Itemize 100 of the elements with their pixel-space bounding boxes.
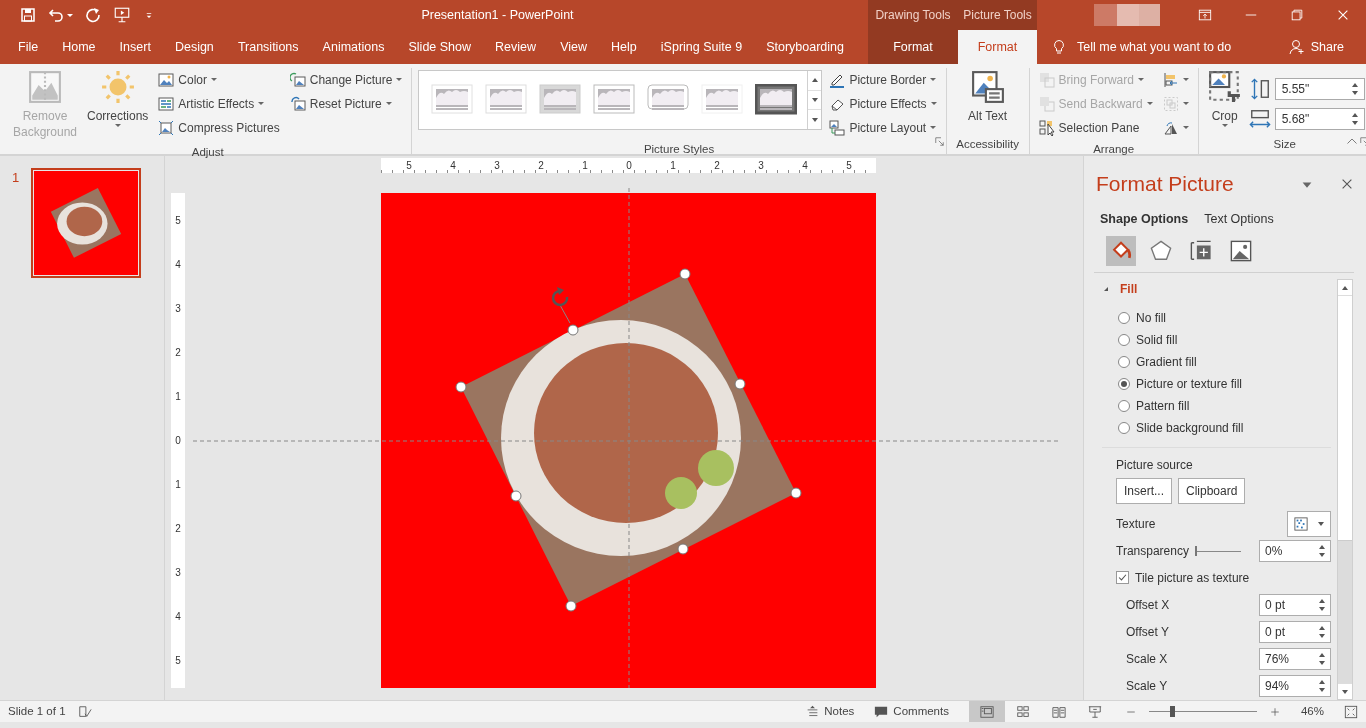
ribbon-button[interactable]: Selection Pane [1035,116,1156,139]
pane-button[interactable]: Insert... [1116,478,1172,505]
caret-icon [258,102,265,105]
spin-field[interactable]: 0 pt [1259,620,1331,643]
proofing-icon[interactable] [77,704,92,719]
zoom-level: 46% [1300,703,1324,719]
spin-field[interactable]: 5.55" [1274,78,1365,100]
radio-button[interactable] [1118,400,1130,413]
ribbon-button[interactable]: Crop [1204,68,1245,129]
notes-icon [806,705,820,718]
options-tab[interactable]: Shape Options [1100,209,1195,229]
ribbon-tab[interactable]: View [552,30,595,64]
crop-icon [1207,70,1242,104]
ribbon-button[interactable]: Change Picture [286,68,406,91]
group-label: Accessibility [956,137,1019,152]
ribbon-tab[interactable]: Format [958,30,1037,64]
pane-title: Format Picture [1096,171,1235,197]
ribbon-button[interactable]: Picture Border [826,68,940,91]
section-header[interactable]: Fill [1102,279,1331,300]
resize-handle[interactable] [677,543,689,555]
ruler-number: 3 [174,565,182,580]
checkbox-label[interactable]: Tile picture as texture [1135,568,1250,587]
ribbon-tab[interactable]: Home [54,30,104,64]
ribbon-tab[interactable]: Design [166,30,222,64]
radio-button[interactable] [1118,312,1130,325]
option-label[interactable]: Pattern fill [1136,397,1190,416]
radio-button[interactable] [1118,356,1130,369]
option-label[interactable]: Solid fill [1136,331,1178,350]
spin-field[interactable]: 0 pt [1259,593,1331,616]
ribbon-tab[interactable]: iSpring Suite 9 [652,30,751,64]
resize-handle[interactable] [790,487,802,499]
normal-view-icon [979,704,994,719]
context-tab-header: Picture Tools [958,0,1037,30]
resize-handle[interactable] [455,381,467,393]
ruler-number: 1 [174,389,182,404]
notes-button[interactable]: Notes [802,702,859,721]
ribbon-tab[interactable]: Animations [314,30,393,64]
ribbon-button[interactable]: Picture Effects [826,92,940,115]
resize-handle[interactable] [565,600,577,612]
slideshow-icon [113,6,131,24]
ribbon-tab[interactable]: Review [487,30,545,64]
ribbon-button[interactable]: Corrections [84,68,152,129]
ribbon-button[interactable]: Compress Pictures [155,116,283,139]
zoom-slider[interactable] [1148,707,1257,716]
options-tab[interactable]: Text Options [1204,209,1280,229]
resize-handle[interactable] [510,490,522,502]
comments-button[interactable]: Comments [870,702,953,721]
slider[interactable] [1194,545,1241,556]
resize-handle[interactable] [734,378,746,390]
ribbon-tab[interactable]: Help [603,30,645,64]
spin-field[interactable]: 5.68" [1274,108,1365,130]
zoom-in-icon[interactable] [1268,705,1281,718]
texture-dropdown[interactable] [1287,510,1331,537]
search-field[interactable]: Tell me what you want to do [1037,37,1232,57]
view-button[interactable] [968,701,1005,722]
scrollbar[interactable] [1337,279,1353,700]
pane-button[interactable]: Clipboard [1178,478,1246,505]
ruler-number: 1 [669,159,677,173]
ribbon-tab[interactable]: Transitions [229,30,307,64]
radio-button[interactable] [1118,422,1130,435]
ruler-number: 4 [174,609,182,624]
ribbon-button[interactable]: Color [155,68,283,91]
radio-button[interactable] [1118,334,1130,347]
spin-field[interactable]: 76% [1259,647,1331,670]
ribbon-button[interactable]: Alt Text [952,68,1023,126]
fit-icon[interactable] [1344,704,1358,719]
option-label[interactable]: Picture or texture fill [1136,375,1243,394]
spin-field[interactable]: 94% [1259,674,1331,697]
radio-button[interactable] [1118,378,1130,391]
ribbon-button[interactable]: Reset Picture [286,92,406,115]
ruler-number: 1 [174,477,182,492]
dialog-launcher-icon[interactable] [1359,137,1366,147]
option-label[interactable]: Gradient fill [1136,353,1197,372]
ruler-number: 3 [174,301,182,316]
resize-handle[interactable] [567,324,579,336]
ribbon-tab[interactable]: Insert [111,30,159,64]
zoom-slider-thumb[interactable] [1169,706,1175,717]
ribbon-tab[interactable]: Slide Show [400,30,480,64]
cursor-icon [1038,119,1055,136]
checkbox[interactable] [1116,571,1129,585]
ribbon-tab[interactable]: Format [868,30,958,64]
slider-thumb[interactable] [1194,545,1197,556]
align-icon [1162,71,1179,88]
ribbon-button[interactable]: Artistic Effects [155,92,283,115]
context-tab-header: Drawing Tools [868,0,958,30]
window-title: Presentation1 - PowerPoint [420,6,575,24]
option-label[interactable]: Slide background fill [1136,419,1244,438]
rotation-handle[interactable] [551,287,571,324]
share-button[interactable]: Share [1282,36,1350,58]
dialog-launcher-icon[interactable] [934,137,944,147]
ruler-number: 0 [625,159,633,173]
spin-field[interactable]: 0% [1259,539,1331,562]
ribbon-tab[interactable]: File [10,30,47,64]
pane-tab[interactable] [1106,236,1136,267]
ribbon-tab[interactable]: Storyboarding [758,30,852,64]
option-label[interactable]: No fill [1136,309,1166,328]
resize-handle[interactable] [679,268,691,280]
slide-thumbnail[interactable] [31,168,142,278]
ribbon-button[interactable]: Picture Layout [826,116,940,139]
redo-icon [85,7,101,23]
